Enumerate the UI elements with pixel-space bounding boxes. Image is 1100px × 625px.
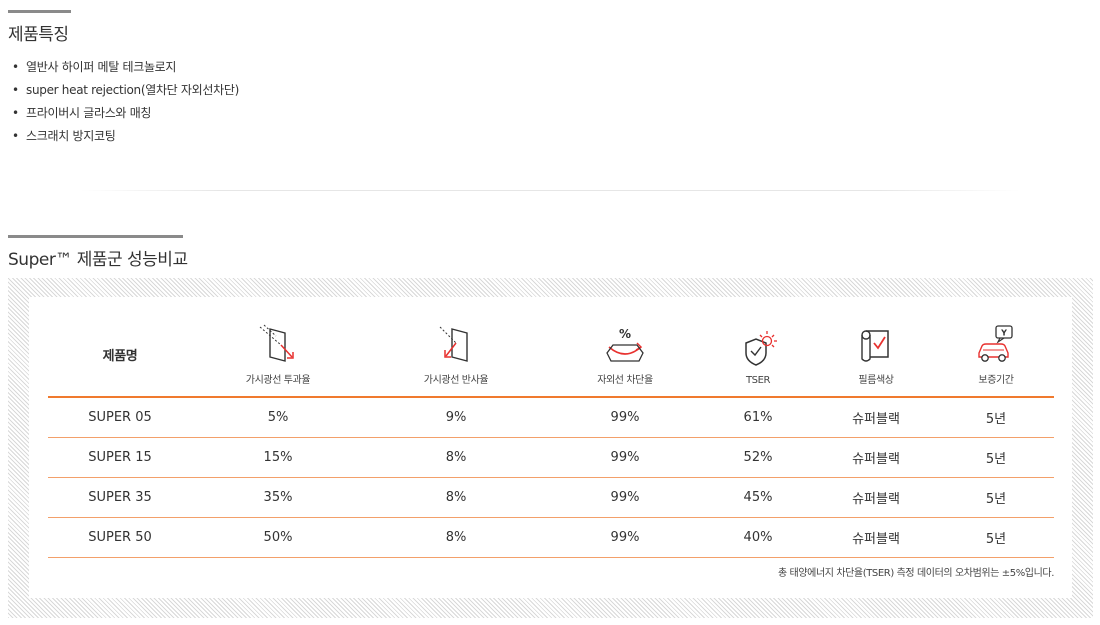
column-header-label: TSER [745,375,771,386]
cell-warranty: 5년 [938,477,1054,518]
table-row: SUPER 50 50% 8% 99% 40% 슈퍼블랙 5년 [48,517,1054,558]
tser-shield-sun-icon [745,331,777,366]
section-title-bar [8,235,183,238]
uv-block-icon: % [606,327,644,362]
page: 제품특징 열반사 하이퍼 메탈 테크놀로지 super heat rejecti… [0,0,1100,625]
table-header-row: 제품명 가시광선 투과율 가시광선 반사율 % 자외선 차단율 TSER 필름색… [48,312,1054,398]
column-header-visible-light-reflection: 가시광선 반사율 [364,312,548,398]
cell-visible-light-reflection: 8% [364,517,548,558]
cell-visible-light-transmission: 50% [192,517,364,558]
cell-uv-block: 99% [548,437,702,478]
column-header-visible-light-transmission: 가시광선 투과율 [192,312,364,398]
cell-uv-block: 99% [548,397,702,438]
column-header-product-name: 제품명 [48,312,192,398]
cell-visible-light-transmission: 35% [192,477,364,518]
section-divider [80,190,1020,191]
tser-tolerance-note: 총 태양에너지 차단율(TSER) 측정 데이터의 오차범위는 ±5%입니다. [777,568,1054,579]
cell-tser: 45% [702,477,814,518]
column-header-label: 가시광선 반사율 [423,375,489,386]
cell-visible-light-transmission: 5% [192,397,364,438]
cell-warranty: 5년 [938,397,1054,438]
cell-tser: 61% [702,397,814,438]
cell-visible-light-reflection: 8% [364,477,548,518]
column-header-uv-block: % 자외선 차단율 [548,312,702,398]
cell-uv-block: 99% [548,477,702,518]
cell-film-color: 슈퍼블랙 [814,477,938,518]
cell-film-color: 슈퍼블랙 [814,437,938,478]
table-row: SUPER 15 15% 8% 99% 52% 슈퍼블랙 5년 [48,437,1054,478]
section-title-bar [8,10,71,13]
cell-film-color: 슈퍼블랙 [814,517,938,558]
feature-item: 열반사 하이퍼 메탈 테크놀로지 [12,56,239,79]
warranty-car-icon: Y [978,325,1013,362]
table-row: SUPER 35 35% 8% 99% 45% 슈퍼블랙 5년 [48,477,1054,518]
film-color-icon [861,330,889,362]
feature-item: 프라이버시 글라스와 매칭 [12,102,239,125]
feature-item: super heat rejection(열차단 자외선차단) [12,79,239,102]
cell-film-color: 슈퍼블랙 [814,397,938,438]
column-header-label: 자외선 차단율 [597,375,653,386]
cell-tser: 40% [702,517,814,558]
warranty-glyph: Y [1000,329,1007,338]
cell-product-name: SUPER 15 [48,437,192,478]
cell-warranty: 5년 [938,517,1054,558]
visible-light-reflection-icon [439,326,468,362]
table-row: SUPER 05 5% 9% 99% 61% 슈퍼블랙 5년 [48,397,1054,438]
cell-product-name: SUPER 05 [48,397,192,438]
cell-visible-light-reflection: 8% [364,437,548,478]
column-header-label: 제품명 [102,348,138,364]
comparison-title: Super™ 제품군 성능비교 [8,250,188,270]
performance-comparison-table: 제품명 가시광선 투과율 가시광선 반사율 % 자외선 차단율 TSER 필름색… [48,312,1054,558]
cell-warranty: 5년 [938,437,1054,478]
cell-visible-light-transmission: 15% [192,437,364,478]
column-header-tser: TSER [702,312,814,398]
features-title: 제품특징 [8,25,69,45]
cell-visible-light-reflection: 9% [364,397,548,438]
cell-uv-block: 99% [548,517,702,558]
column-header-film-color: 필름색상 [814,312,938,398]
cell-product-name: SUPER 35 [48,477,192,518]
features-list: 열반사 하이퍼 메탈 테크놀로지 super heat rejection(열차… [12,56,239,148]
column-header-label: 가시광선 투과율 [245,375,311,386]
feature-item: 스크래치 방지코팅 [12,125,239,148]
cell-product-name: SUPER 50 [48,517,192,558]
visible-light-transmission-icon [259,324,294,362]
column-header-label: 보증기간 [978,375,1014,386]
column-header-warranty: Y 보증기간 [938,312,1054,398]
column-header-label: 필름색상 [858,375,894,386]
percent-glyph: % [619,327,631,341]
cell-tser: 52% [702,437,814,478]
